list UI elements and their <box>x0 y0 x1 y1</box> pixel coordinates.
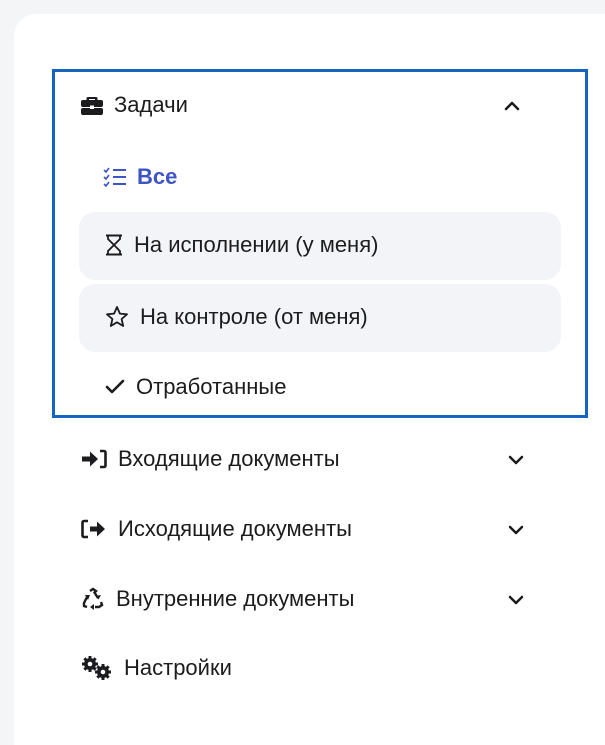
gears-icon <box>80 655 114 681</box>
submenu-item-done[interactable]: Отработанные <box>104 374 286 400</box>
sidebar-panel <box>14 14 605 745</box>
chevron-down-icon[interactable] <box>502 516 530 544</box>
menu-internal-label: Внутренние документы <box>116 586 355 611</box>
chevron-down-icon[interactable] <box>502 446 530 474</box>
menu-outgoing-label: Исходящие документы <box>118 516 352 541</box>
submenu-item-all-label: Все <box>137 164 178 189</box>
sign-in-icon <box>80 448 108 470</box>
submenu-item-on-control[interactable]: На контроле (от меня) <box>104 304 368 330</box>
briefcase-icon <box>80 93 104 117</box>
submenu-item-in-progress-label: На исполнении (у меня) <box>134 232 379 257</box>
menu-tasks[interactable]: Задачи <box>80 92 188 118</box>
submenu-item-done-label: Отработанные <box>136 374 287 399</box>
submenu-item-all[interactable]: Все <box>103 164 177 190</box>
check-icon <box>104 376 126 398</box>
submenu-item-on-control-label: На контроле (от меня) <box>140 304 368 329</box>
chevron-up-icon[interactable] <box>498 92 526 120</box>
menu-incoming[interactable]: Входящие документы <box>80 446 340 472</box>
menu-settings-label: Настройки <box>124 655 232 680</box>
menu-internal[interactable]: Внутренние документы <box>80 586 354 612</box>
menu-settings[interactable]: Настройки <box>80 655 232 681</box>
star-icon <box>104 304 130 330</box>
chevron-down-icon[interactable] <box>502 586 530 614</box>
menu-incoming-label: Входящие документы <box>118 446 340 471</box>
hourglass-icon <box>104 233 124 257</box>
checklist-icon <box>103 166 127 188</box>
submenu-item-in-progress[interactable]: На исполнении (у меня) <box>104 232 378 258</box>
menu-tasks-label: Задачи <box>114 92 188 117</box>
sign-out-icon <box>80 518 108 540</box>
recycle-icon <box>80 587 106 611</box>
menu-outgoing[interactable]: Исходящие документы <box>80 516 352 542</box>
